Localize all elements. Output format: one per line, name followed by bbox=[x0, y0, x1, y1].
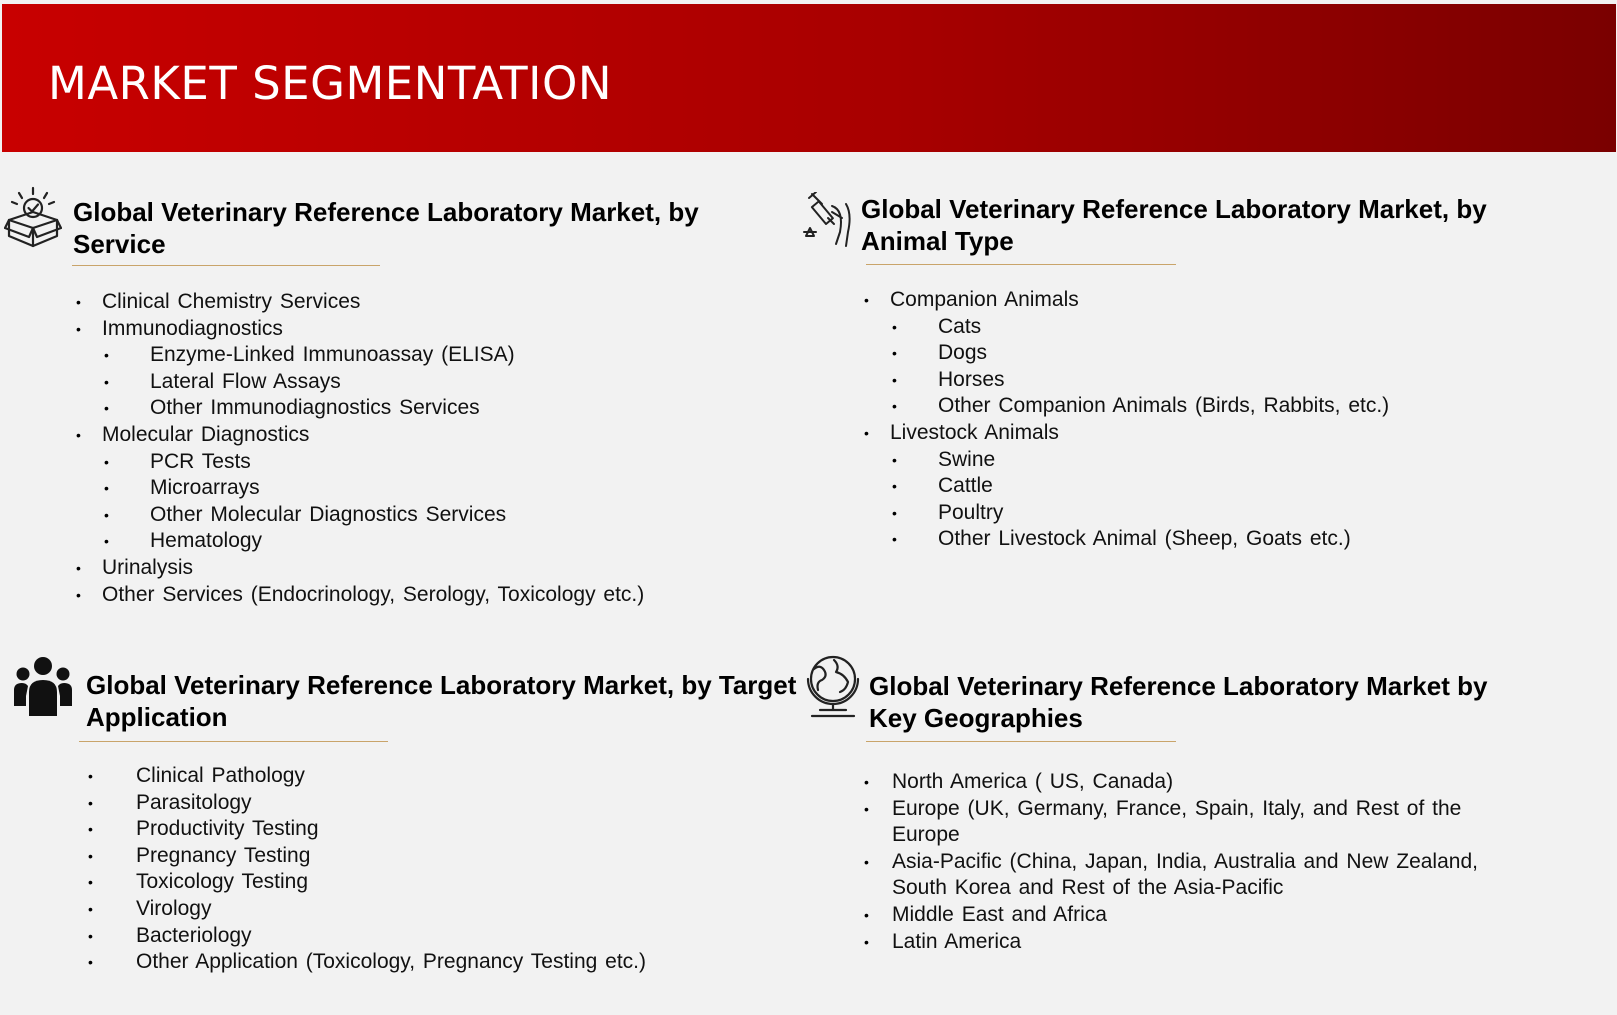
list-item: Poultry bbox=[0, 500, 1389, 527]
list-item: Latin America bbox=[0, 929, 1482, 956]
section-title-key-geographies: Global Veterinary Reference Laboratory M… bbox=[869, 671, 1488, 733]
header-banner: MARKET SEGMENTATION bbox=[2, 4, 1616, 152]
list-item: Cattle bbox=[0, 473, 1389, 500]
list-item: Other Services (Endocrinology, Serology,… bbox=[0, 582, 644, 609]
list-item: North America ( US, Canada) bbox=[0, 769, 1482, 796]
list-item: Companion Animals bbox=[0, 287, 1389, 314]
list-item: Dogs bbox=[0, 340, 1389, 367]
page-title: MARKET SEGMENTATION bbox=[48, 57, 613, 110]
list-item: Urinalysis bbox=[0, 555, 644, 582]
title-underline bbox=[79, 741, 388, 742]
section-title-animal-type: Global Veterinary Reference Laboratory M… bbox=[861, 194, 1487, 256]
list-animal-type: Companion AnimalsCatsDogsHorsesOther Com… bbox=[0, 287, 1389, 553]
title-underline bbox=[72, 265, 380, 266]
title-underline bbox=[866, 741, 1176, 742]
list-item: Other Livestock Animal (Sheep, Goats etc… bbox=[0, 526, 1389, 553]
section-title-target-application: Global Veterinary Reference Laboratory M… bbox=[86, 670, 797, 732]
list-item: Europe (UK, Germany, France, Spain, Ital… bbox=[0, 796, 1482, 849]
list-item: Other Companion Animals (Birds, Rabbits,… bbox=[0, 393, 1389, 420]
title-underline bbox=[866, 264, 1176, 265]
list-item: Livestock Animals bbox=[0, 420, 1389, 447]
people-group-icon bbox=[14, 657, 72, 716]
section-title-service: Global Veterinary Reference Laboratory M… bbox=[73, 197, 699, 259]
list-item: Asia-Pacific (China, Japan, India, Austr… bbox=[0, 849, 1482, 902]
slide: MARKET SEGMENTATION Global Veterinary Re… bbox=[0, 0, 1617, 1015]
list-item: Middle East and Africa bbox=[0, 902, 1482, 929]
globe-icon bbox=[806, 655, 860, 718]
list-item: Cats bbox=[0, 314, 1389, 341]
list-item: Horses bbox=[0, 367, 1389, 394]
list-item: Swine bbox=[0, 447, 1389, 474]
syringe-icon bbox=[803, 192, 851, 247]
box-check-icon bbox=[4, 186, 62, 248]
list-key-geographies: North America ( US, Canada)Europe (UK, G… bbox=[0, 769, 1482, 955]
